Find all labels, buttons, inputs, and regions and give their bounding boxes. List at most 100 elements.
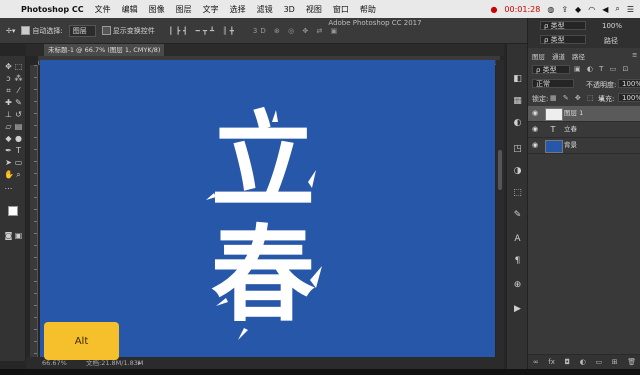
- path-label[interactable]: 路径: [604, 36, 618, 46]
- blend-mode-dropdown[interactable]: 正常: [532, 79, 574, 88]
- layer-thumbnail: [545, 140, 563, 153]
- history-panel-icon[interactable]: ◧: [512, 74, 523, 85]
- marquee-tool-icon[interactable]: ⬚: [14, 62, 23, 71]
- layer-row-2[interactable]: ◉ T 立春: [528, 122, 640, 138]
- dropbox-icon[interactable]: ◆: [575, 5, 581, 14]
- document-tab[interactable]: 未标题-1 @ 66.7% (图层 1, CMYK/8) *: [44, 44, 164, 66]
- document-canvas[interactable]: 立 春 ➤: [40, 60, 495, 357]
- layer-style-icon[interactable]: fx: [548, 358, 555, 366]
- notification-icon[interactable]: ☰: [627, 5, 634, 14]
- eraser-tool-icon[interactable]: ▱: [4, 122, 13, 131]
- tab-layers[interactable]: 图层: [532, 51, 545, 61]
- type-tool-icon[interactable]: T: [14, 146, 23, 155]
- hand-tool-icon[interactable]: ✋: [4, 170, 14, 179]
- more-tools-icon[interactable]: …: [4, 182, 13, 191]
- new-layer-icon[interactable]: ⊞: [612, 358, 618, 366]
- dodge-tool-icon[interactable]: ●: [14, 134, 23, 143]
- menu-file[interactable]: 文件: [95, 4, 111, 15]
- path-select-tool-icon[interactable]: ➤: [4, 158, 13, 167]
- libraries-panel-icon[interactable]: ◳: [512, 144, 523, 155]
- glyphs-panel-icon[interactable]: ⊕: [512, 280, 523, 291]
- brush-panel-icon[interactable]: ✎: [512, 210, 523, 221]
- visibility-eye-icon[interactable]: ◉: [532, 125, 540, 133]
- zoom-tool-icon[interactable]: ⌕: [14, 170, 23, 179]
- tab-channels[interactable]: 通道: [552, 51, 565, 61]
- blur-tool-icon[interactable]: ◆: [4, 134, 13, 143]
- swatches-panel-icon[interactable]: ⬚: [512, 188, 523, 199]
- shape-tool-icon[interactable]: ▭: [14, 158, 23, 167]
- menu-window[interactable]: 窗口: [333, 4, 349, 15]
- eyedropper-tool-icon[interactable]: ⁄: [14, 86, 23, 95]
- menu-filter[interactable]: 滤镜: [257, 4, 273, 15]
- menu-3d[interactable]: 3D: [284, 5, 295, 14]
- panel-menu-icon[interactable]: ≡: [632, 51, 637, 59]
- opacity-field[interactable]: 100%: [618, 79, 640, 88]
- top-right-panel: ρ 类型 100% ρ 类型 路径: [527, 18, 640, 48]
- crop-tool-icon[interactable]: ⌗: [4, 86, 13, 95]
- status-menu-arrow-icon[interactable]: ▸: [138, 357, 141, 369]
- adjustment-layer-icon[interactable]: ◐: [580, 358, 586, 366]
- stamp-tool-icon[interactable]: ⊥: [4, 110, 13, 119]
- delete-layer-icon[interactable]: 🗑︎: [627, 358, 636, 366]
- layer-row-3[interactable]: ◉ 背景: [528, 138, 640, 154]
- auto-select-label: 自动选择:: [32, 26, 63, 35]
- quick-select-tool-icon[interactable]: ⁂: [14, 74, 23, 83]
- move-tool-icon[interactable]: ✥: [4, 62, 13, 71]
- menu-select[interactable]: 选择: [230, 4, 246, 15]
- adjustments-panel-icon[interactable]: ◐: [512, 118, 523, 129]
- move-tool-preset-icon[interactable]: ✢▾: [6, 27, 15, 35]
- add-mask-icon[interactable]: ◘: [565, 358, 571, 366]
- foreground-color-swatch[interactable]: [8, 206, 18, 216]
- glyph-li: 立: [210, 99, 315, 222]
- menu-type[interactable]: 文字: [203, 4, 219, 15]
- healing-tool-icon[interactable]: ✚: [4, 98, 13, 107]
- upload-icon[interactable]: ⇪: [561, 5, 568, 14]
- link-layers-icon[interactable]: ∞: [533, 358, 539, 366]
- fill-field[interactable]: 100%: [618, 93, 640, 102]
- layer-row-1[interactable]: ◉ 图层 1: [528, 106, 640, 122]
- app-name-menu[interactable]: Photoshop CC: [21, 5, 84, 14]
- lasso-tool-icon[interactable]: ↄ: [4, 74, 13, 83]
- align-icons[interactable]: ┃┣┫ ━┳┻ ║╋: [169, 27, 237, 35]
- volume-icon[interactable]: ◀: [602, 5, 608, 14]
- filter-icons[interactable]: ▣ ◐ T ▭ ⊡: [574, 65, 630, 73]
- type-filter-field-b[interactable]: ρ 类型: [540, 35, 586, 44]
- quick-mask-icon[interactable]: ◙: [4, 231, 13, 240]
- visibility-eye-icon[interactable]: ◉: [532, 141, 540, 149]
- top-right-value: 100%: [602, 22, 623, 30]
- actions-panel-icon[interactable]: ▶: [512, 304, 523, 315]
- menu-view[interactable]: 视图: [306, 4, 322, 15]
- paragraph-panel-icon[interactable]: ¶: [512, 256, 523, 267]
- alt-key-overlay: Alt: [44, 322, 119, 360]
- history-brush-icon[interactable]: ↺: [14, 110, 23, 119]
- brush-tool-icon[interactable]: ✎: [14, 98, 23, 107]
- properties-panel-icon[interactable]: ▦: [512, 96, 523, 107]
- auto-select-checkbox[interactable]: 自动选择:: [21, 26, 63, 36]
- visibility-eye-icon[interactable]: ◉: [532, 109, 540, 117]
- color-panel-icon[interactable]: ◑: [512, 166, 523, 177]
- wechat-icon[interactable]: ◍: [547, 5, 554, 14]
- gradient-tool-icon[interactable]: ▤: [14, 122, 23, 131]
- screen-mode-icon[interactable]: ▣: [14, 231, 23, 240]
- text-layer-icon: T: [550, 125, 556, 134]
- new-group-icon[interactable]: ▭: [595, 358, 602, 366]
- type-filter-field-a[interactable]: ρ 类型: [540, 21, 586, 30]
- tab-paths[interactable]: 路径: [572, 51, 585, 61]
- layer-name: 背景: [564, 141, 577, 149]
- wifi-icon[interactable]: ◠: [588, 5, 595, 14]
- show-transform-checkbox[interactable]: 显示变换控件: [101, 26, 155, 36]
- character-panel-icon[interactable]: A: [512, 234, 523, 245]
- auto-select-dropdown[interactable]: 图层: [68, 24, 96, 37]
- layer-name: 立春: [564, 125, 577, 133]
- pen-tool-icon[interactable]: ✒: [4, 146, 13, 155]
- record-icon[interactable]: ●: [490, 5, 497, 14]
- menu-edit[interactable]: 编辑: [122, 4, 138, 15]
- layer-filter-dropdown[interactable]: ρ 类型: [532, 65, 570, 74]
- layers-panel: 图层 通道 路径 ≡ ρ 类型 ▣ ◐ T ▭ ⊡ 正常 不透明度: 100% …: [527, 48, 640, 369]
- menu-help[interactable]: 帮助: [360, 4, 376, 15]
- menu-layer[interactable]: 图层: [176, 4, 192, 15]
- vertical-scrollbar[interactable]: [496, 60, 504, 357]
- search-icon[interactable]: ⌕: [615, 4, 619, 14]
- toolbar: ✥ ⬚ ↄ ⁂ ⌗ ⁄ ✚ ✎ ⊥ ↺ ▱ ▤ ◆ ● ✒ T ➤ ▭ ✋ ⌕ …: [0, 56, 26, 361]
- menu-image[interactable]: 图像: [149, 4, 165, 15]
